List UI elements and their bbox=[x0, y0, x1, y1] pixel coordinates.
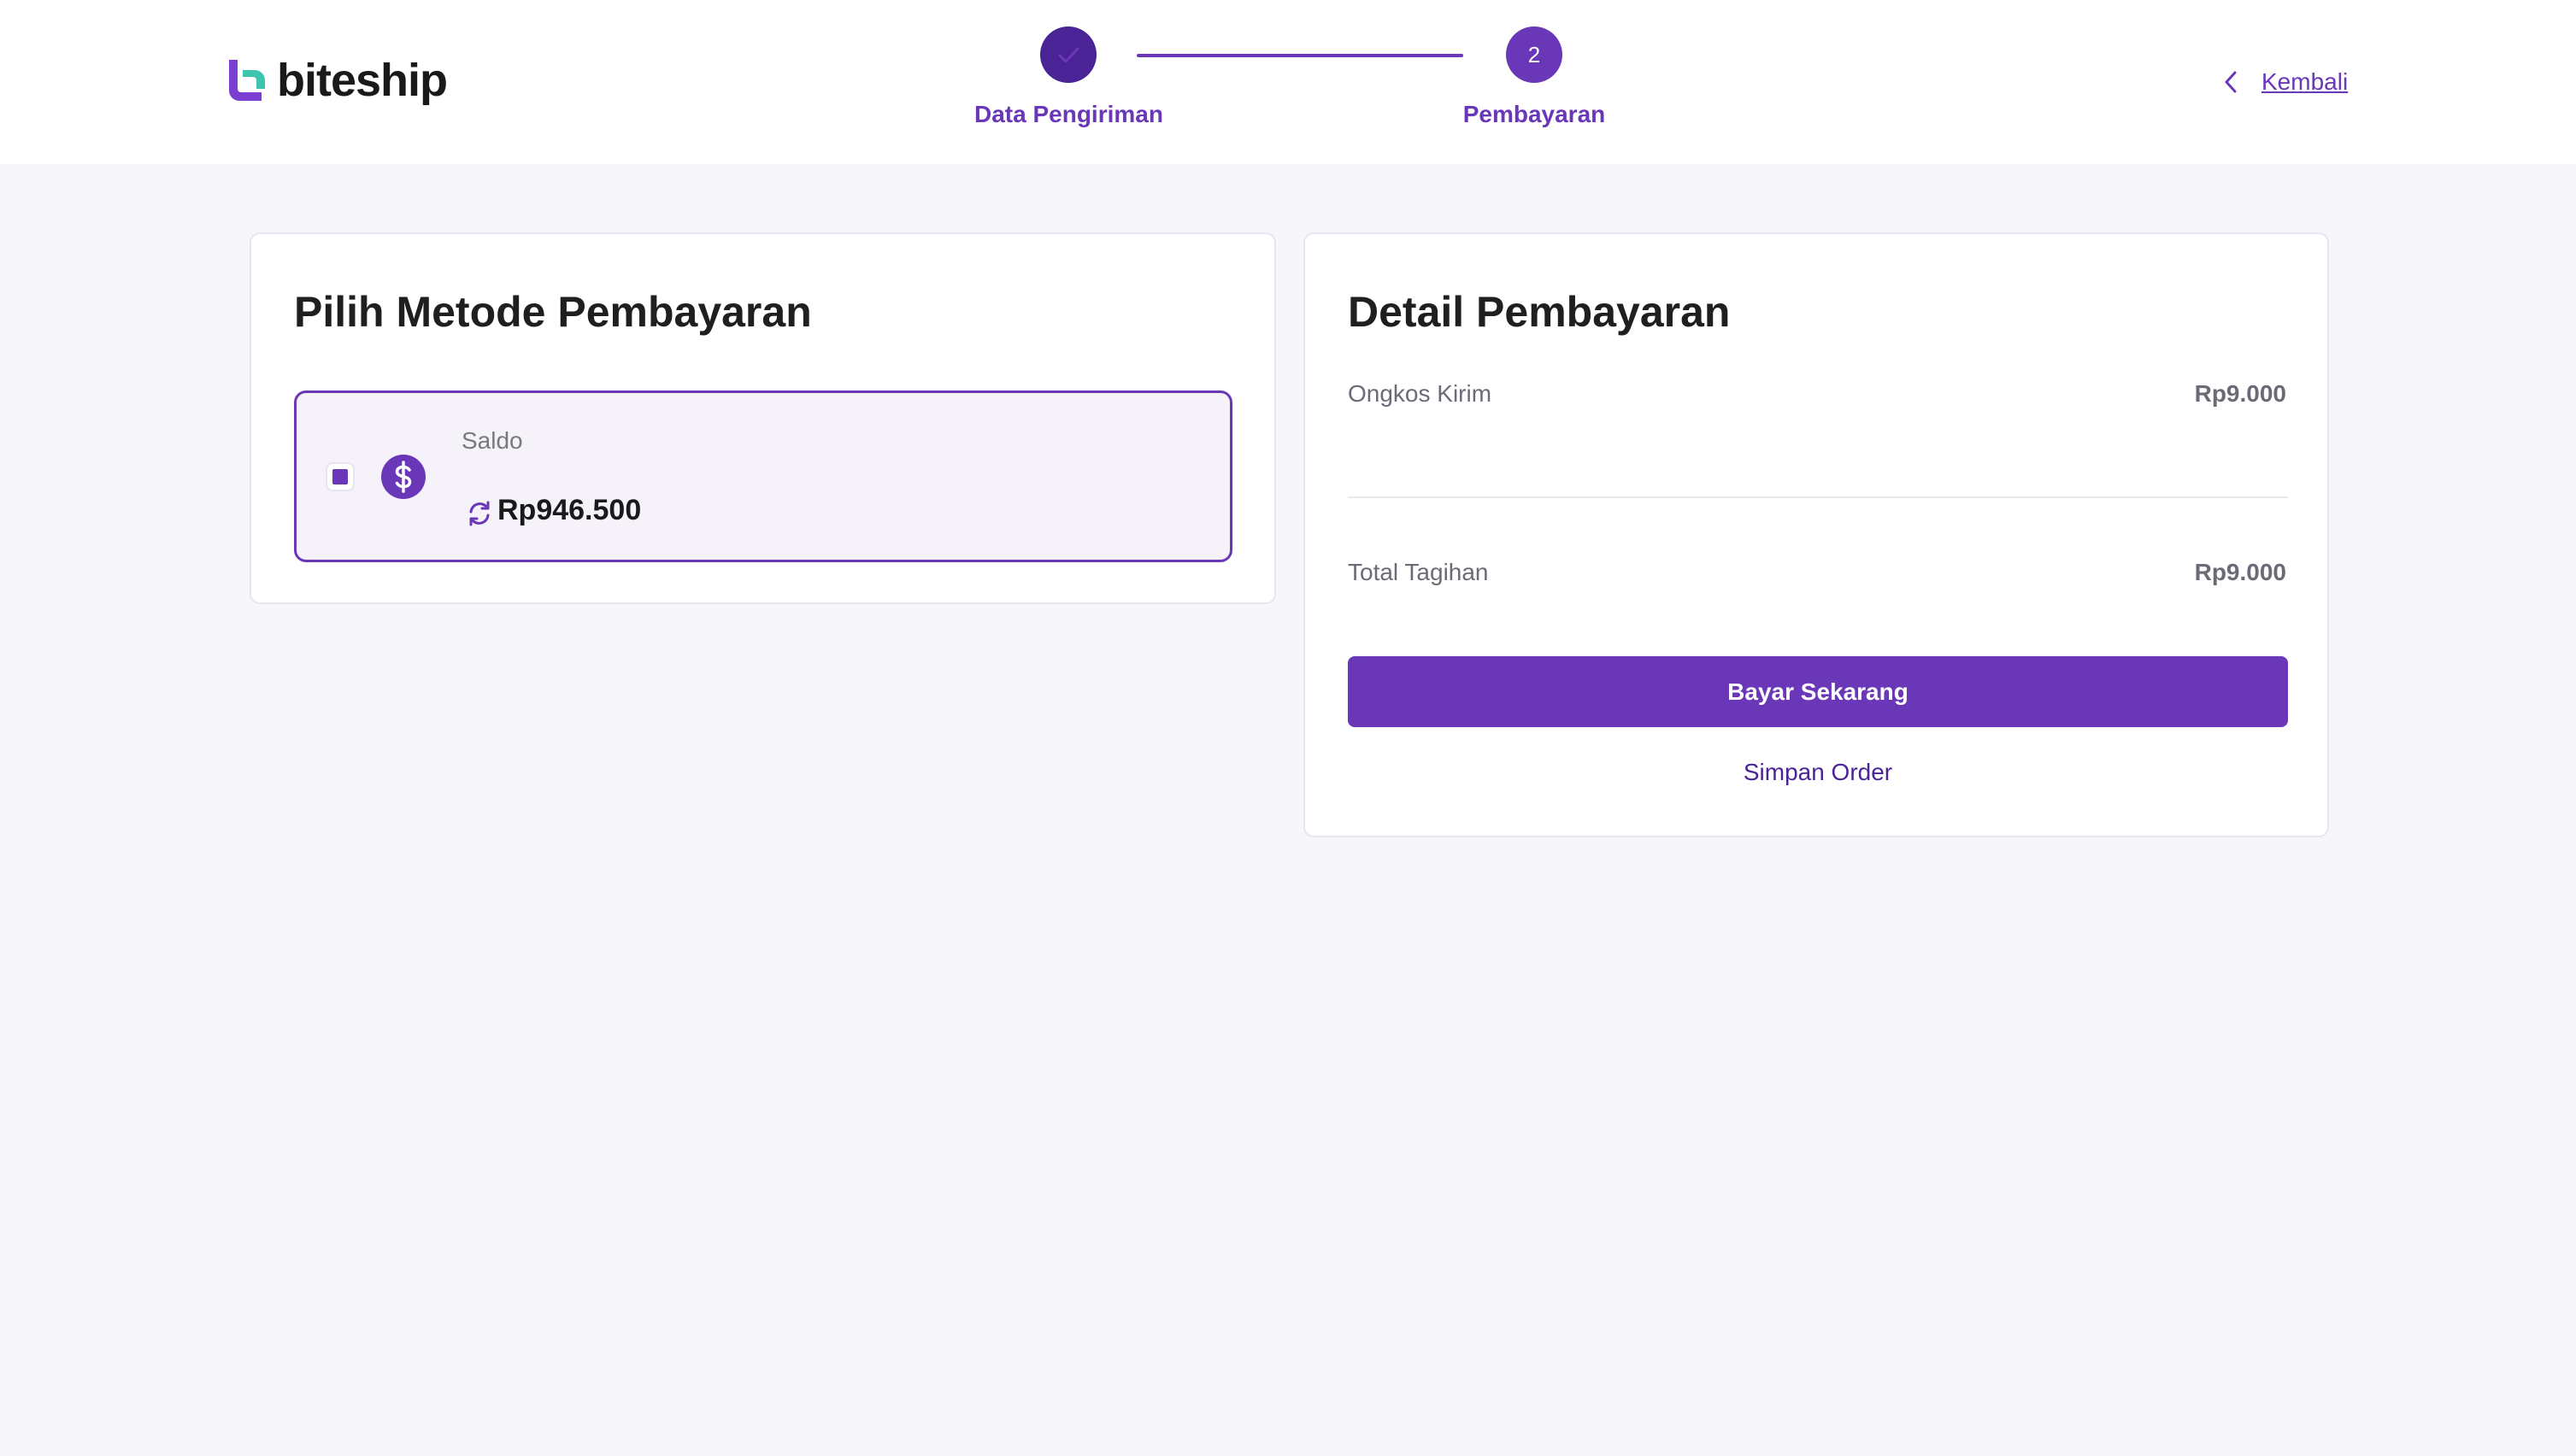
saldo-label: Saldo bbox=[462, 427, 523, 454]
save-order-link[interactable]: Simpan Order bbox=[1348, 759, 2288, 786]
summary-divider bbox=[1348, 496, 2288, 498]
back-link[interactable]: Kembali bbox=[2222, 65, 2348, 99]
saldo-radio[interactable] bbox=[326, 462, 355, 491]
top-header: biteship 2 Data Pengiriman Pembayaran Ke… bbox=[0, 0, 2576, 164]
check-icon bbox=[1058, 47, 1079, 63]
refresh-icon[interactable] bbox=[465, 499, 494, 528]
radio-selected-indicator bbox=[332, 469, 348, 484]
payment-detail-title: Detail Pembayaran bbox=[1348, 288, 1731, 336]
total-value: Rp9.000 bbox=[2194, 559, 2286, 585]
shipping-cost-label: Ongkos Kirim bbox=[1348, 380, 1492, 407]
step-2-number: 2 bbox=[1527, 41, 1541, 68]
pay-now-button[interactable]: Bayar Sekarang bbox=[1348, 656, 2288, 727]
step-2-label: Pembayaran bbox=[1462, 101, 1606, 127]
step-2-active-circle: 2 bbox=[1506, 26, 1562, 83]
total-label: Total Tagihan bbox=[1348, 559, 1489, 585]
chevron-left-icon bbox=[2225, 71, 2237, 93]
checkout-stepper: 2 Data Pengiriman Pembayaran bbox=[0, 0, 2576, 164]
step-1-completed-circle bbox=[1040, 26, 1097, 83]
payment-detail-card: Detail Pembayaran Ongkos Kirim Rp9.000 T… bbox=[1303, 232, 2329, 837]
step-1-label: Data Pengiriman bbox=[974, 101, 1163, 127]
dollar-icon bbox=[381, 455, 426, 499]
back-link-label[interactable]: Kembali bbox=[2261, 68, 2348, 96]
shipping-cost-value: Rp9.000 bbox=[2194, 380, 2286, 407]
step-connector-line bbox=[1137, 54, 1463, 57]
payment-method-card: Pilih Metode Pembayaran Saldo Rp946.500 bbox=[250, 232, 1276, 604]
saldo-balance: Rp946.500 bbox=[497, 494, 642, 526]
payment-method-title: Pilih Metode Pembayaran bbox=[294, 288, 812, 336]
payment-option-saldo[interactable]: Saldo Rp946.500 bbox=[294, 390, 1232, 562]
